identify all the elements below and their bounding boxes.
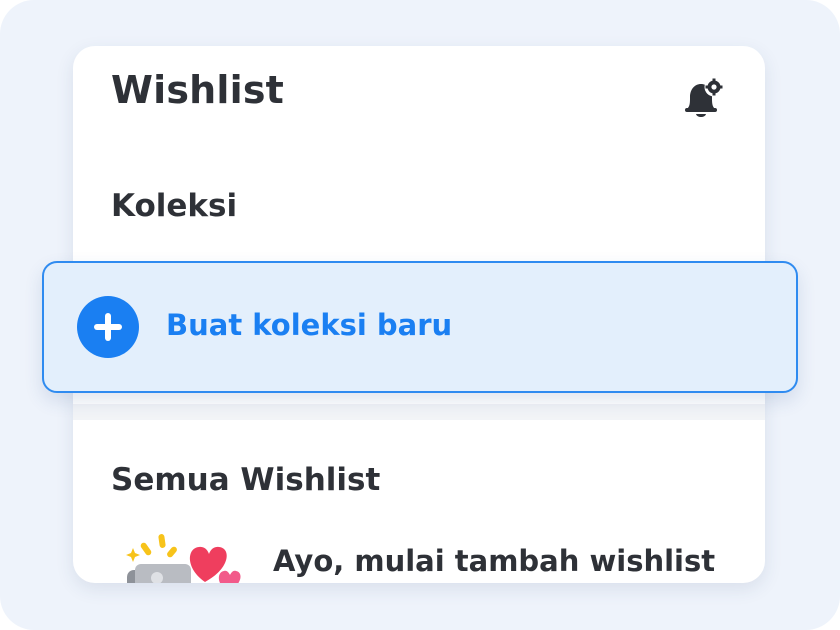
create-collection-button[interactable]: Buat koleksi baru	[42, 261, 798, 393]
bell-settings-icon	[685, 77, 724, 117]
section-divider	[73, 404, 765, 420]
page-title: Wishlist	[111, 68, 285, 112]
collections-heading: Koleksi	[111, 188, 238, 224]
empty-wishlist-message: Ayo, mulai tambah wishlist	[273, 544, 716, 578]
wishlist-hearts-illustration-icon	[123, 534, 243, 583]
all-wishlist-heading: Semua Wishlist	[111, 462, 381, 498]
plus-circle-icon	[77, 296, 139, 358]
create-collection-label: Buat koleksi baru	[166, 308, 453, 342]
notification-settings-button[interactable]	[679, 76, 727, 124]
